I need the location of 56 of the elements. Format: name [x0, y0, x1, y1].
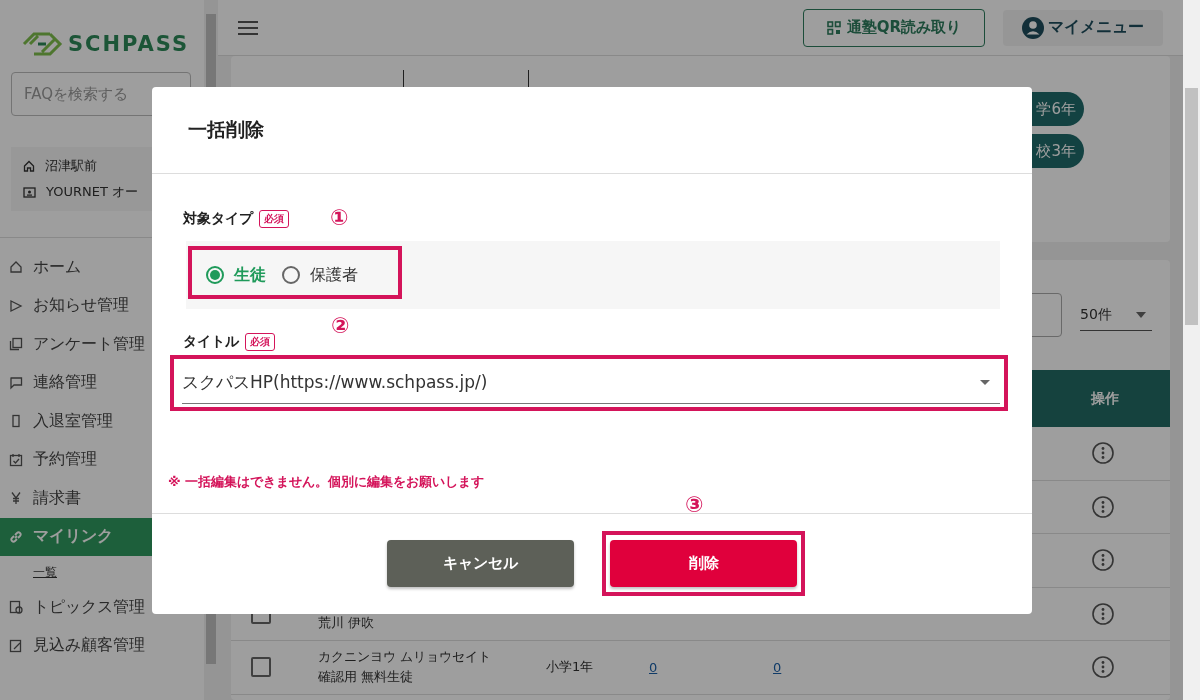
radio-option[interactable]: 保護者 — [282, 264, 358, 286]
required-badge: 必須 — [259, 210, 289, 228]
logo-text: SCHPASS — [68, 32, 190, 56]
door-icon — [9, 414, 23, 429]
more-icon[interactable] — [1092, 549, 1114, 572]
nav-item[interactable]: お知らせ管理 — [0, 286, 204, 325]
field-label: タイトル — [183, 333, 239, 351]
warning-note: ※ 一括編集はできません。個別に編集をお願いします — [168, 473, 485, 491]
caret-icon — [980, 379, 990, 385]
menu-icon[interactable] — [238, 20, 258, 35]
house-icon — [23, 160, 35, 172]
field-label: 対象タイプ — [183, 210, 253, 228]
nav-item[interactable]: トピックス管理 — [0, 588, 204, 627]
triangle-icon — [9, 298, 23, 313]
step-number: ③ — [685, 494, 704, 516]
more-icon[interactable] — [1092, 656, 1114, 679]
student-name: 荒川 伊吹 — [318, 613, 376, 632]
more-icon[interactable] — [1092, 602, 1114, 625]
cancel-button[interactable]: キャンセル — [387, 540, 574, 587]
column-header: 操作 — [1090, 389, 1120, 408]
nav-item[interactable]: 入退室管理 — [0, 402, 204, 441]
account-name: YOURNET オー — [46, 183, 139, 201]
radio-option[interactable]: 生徒 — [206, 264, 266, 286]
nav-item[interactable]: ホーム — [0, 248, 204, 287]
dialog-title: 一括削除 — [188, 117, 264, 142]
per-page-select[interactable]: 50件 — [1080, 299, 1152, 331]
checkbox[interactable] — [251, 657, 271, 678]
link-icon — [9, 529, 23, 544]
more-icon[interactable] — [1092, 495, 1114, 518]
table-cell: 小学1年 — [546, 659, 594, 675]
delete-button[interactable]: 削除 — [610, 540, 797, 587]
step-number: ① — [330, 207, 349, 229]
yen-icon — [9, 491, 23, 506]
logo-icon — [20, 31, 64, 57]
name-kana: カクニンヨウ ムリョウセイト — [318, 648, 493, 667]
house-icon — [9, 260, 23, 275]
topic-icon — [9, 600, 23, 615]
step-number: ② — [331, 315, 350, 337]
count-link[interactable]: 0 — [649, 659, 658, 675]
caret-icon — [1136, 311, 1146, 318]
id-card-icon — [23, 186, 36, 198]
document-icon — [9, 337, 23, 352]
my-menu-button[interactable]: マイメニュー — [1003, 9, 1163, 46]
user-icon — [1022, 16, 1044, 39]
qr-code-icon — [826, 20, 841, 35]
calendar-icon — [9, 452, 23, 467]
chat-icon — [9, 375, 23, 390]
title-select[interactable]: スクパスHP(https://www.schpass.jp/) — [182, 361, 1000, 404]
qr-scan-button[interactable]: 通塾QR読み取り — [803, 8, 985, 47]
school-name: 沼津駅前 — [45, 157, 97, 175]
count-link[interactable]: 0 — [773, 659, 782, 675]
edit-icon — [9, 638, 23, 653]
more-icon[interactable] — [1092, 442, 1114, 465]
student-name: 確認用 無料生徒 — [318, 668, 415, 687]
required-badge: 必須 — [245, 333, 275, 351]
nav-item[interactable]: 見込み顧客管理 — [0, 626, 204, 665]
